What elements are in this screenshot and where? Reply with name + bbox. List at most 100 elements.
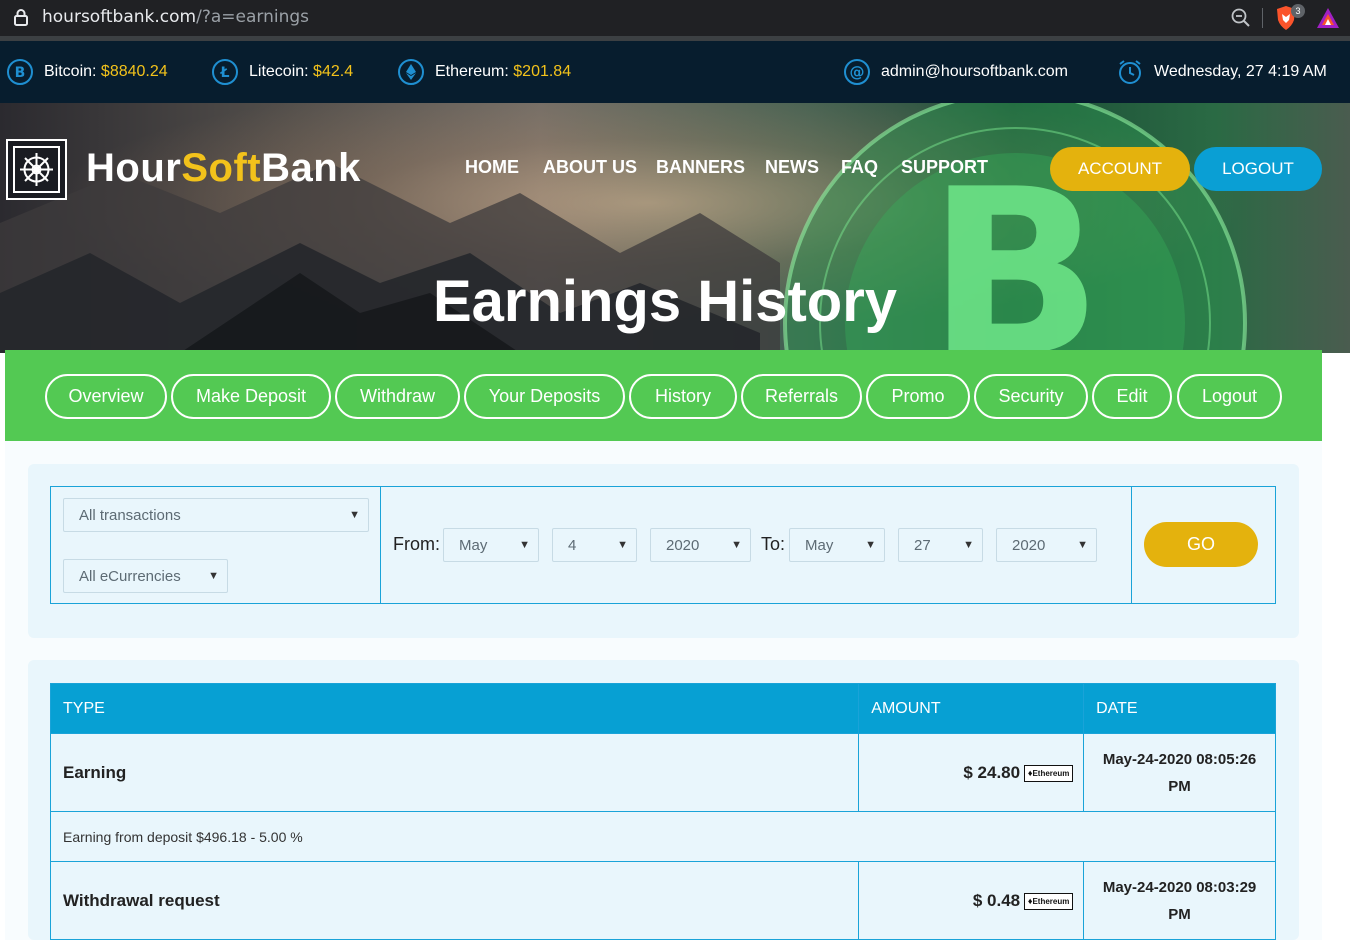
transaction-type: Earning <box>49 733 860 812</box>
current-datetime: Wednesday, 27 4:19 AM <box>1154 63 1327 80</box>
currency-badge-label: Ethereum <box>1032 768 1070 778</box>
to-year-value: 2020 <box>1012 536 1046 554</box>
transaction-amount: $ 0.48 <box>972 890 1021 910</box>
tab-overview[interactable]: Overview <box>45 374 167 419</box>
vault-icon <box>13 146 60 193</box>
price-ticker: B Bitcoin: $8840.24 Ł Litecoin: $42.4 Et… <box>0 41 1350 103</box>
to-month-value: May <box>805 536 834 554</box>
litecoin-price: $42.4 <box>313 63 354 80</box>
currency-select[interactable]: All eCurrencies ▼ <box>63 559 228 593</box>
nav-faq[interactable]: FAQ <box>841 157 878 178</box>
column-header-type: TYPE <box>49 683 860 734</box>
nav-about-us[interactable]: ABOUT US <box>543 157 637 178</box>
to-day-value: 27 <box>914 536 931 554</box>
tab-referrals[interactable]: Referrals <box>741 374 862 419</box>
page-title: Earnings History <box>432 269 898 334</box>
table-header-row: TYPE AMOUNT DATE <box>49 683 1276 734</box>
tab-withdraw[interactable]: Withdraw <box>335 374 460 419</box>
transaction-date-line1: May-24-2020 08:05:26 <box>1102 750 1257 768</box>
ethereum-label: Ethereum: <box>435 63 509 80</box>
transaction-date-line1: May-24-2020 08:03:29 <box>1102 878 1257 896</box>
account-button[interactable]: ACCOUNT <box>1050 147 1190 191</box>
from-year-value: 2020 <box>666 536 700 554</box>
logout-button[interactable]: LOGOUT <box>1194 147 1322 191</box>
currency-badge-label: Ethereum <box>1032 896 1070 906</box>
transaction-amount: $ 24.80 <box>963 762 1021 782</box>
to-month-select[interactable]: May ▼ <box>789 528 885 562</box>
tab-history[interactable]: History <box>629 374 737 419</box>
ethereum-currency-badge: ♦Ethereum <box>1024 764 1074 782</box>
svg-text:B: B <box>15 65 26 81</box>
filter-divider <box>380 486 381 604</box>
tab-promo[interactable]: Promo <box>866 374 970 419</box>
nav-support[interactable]: SUPPORT <box>901 157 988 178</box>
to-day-select[interactable]: 27 ▼ <box>898 528 983 562</box>
tab-logout[interactable]: Logout <box>1177 374 1282 419</box>
lock-icon <box>14 9 28 26</box>
nav-news[interactable]: NEWS <box>765 157 819 178</box>
bitcoin-label: Bitcoin: <box>44 63 97 80</box>
from-day-select[interactable]: 4 ▼ <box>552 528 637 562</box>
from-month-value: May <box>459 536 488 554</box>
transaction-type-select[interactable]: All transactions ▼ <box>63 498 369 532</box>
dropdown-arrow-icon: ▼ <box>731 539 742 551</box>
dropdown-arrow-icon: ▼ <box>865 539 876 551</box>
at-sign-icon: @ <box>844 59 870 85</box>
transaction-type-value: All transactions <box>79 506 181 524</box>
logo-wordmark[interactable]: HourSoftBank <box>86 146 361 191</box>
dropdown-arrow-icon: ▼ <box>1077 539 1088 551</box>
ethereum-currency-badge: ♦Ethereum <box>1024 892 1074 910</box>
from-label: From: <box>393 534 440 554</box>
from-day-value: 4 <box>568 536 577 554</box>
column-header-date: DATE <box>1083 683 1276 734</box>
from-year-select[interactable]: 2020 ▼ <box>650 528 751 562</box>
logo-icon[interactable] <box>6 139 67 200</box>
from-month-select[interactable]: May ▼ <box>443 528 539 562</box>
column-header-amount: AMOUNT <box>858 683 1085 734</box>
litecoin-label: Litecoin: <box>249 63 309 80</box>
tab-edit[interactable]: Edit <box>1092 374 1172 419</box>
dropdown-arrow-icon: ▼ <box>208 570 219 582</box>
tab-security[interactable]: Security <box>974 374 1088 419</box>
email-contact[interactable]: @ admin@hoursoftbank.com <box>843 41 1068 103</box>
nav-home[interactable]: HOME <box>465 157 519 178</box>
address-field[interactable]: hoursoftbank.com/?a=earnings <box>42 7 309 27</box>
dropdown-arrow-icon: ▼ <box>519 539 530 551</box>
tab-make-deposit[interactable]: Make Deposit <box>171 374 331 419</box>
browser-url-bar: hoursoftbank.com/?a=earnings 3 <box>0 0 1350 36</box>
transaction-type: Withdrawal request <box>49 861 860 940</box>
table-row-description: Earning from deposit $496.18 - 5.00 % <box>50 811 1276 862</box>
ethereum-ticker: Ethereum: $201.84 <box>397 41 571 103</box>
email-address: admin@hoursoftbank.com <box>881 63 1068 80</box>
shield-count-badge: 3 <box>1291 4 1305 18</box>
dropdown-arrow-icon: ▼ <box>617 539 628 551</box>
transaction-date-line2: PM <box>1168 905 1191 923</box>
url-path: /?a=earnings <box>196 7 309 27</box>
toolbar-separator <box>1262 8 1263 28</box>
bitcoin-icon: B <box>7 59 33 85</box>
svg-text:Ł: Ł <box>220 65 230 81</box>
alarm-clock-icon <box>1119 60 1141 84</box>
litecoin-ticker: Ł Litecoin: $42.4 <box>211 41 353 103</box>
filter-divider <box>1131 486 1132 604</box>
logo-soft: Soft <box>181 146 262 190</box>
transaction-date-line2: PM <box>1168 777 1191 795</box>
earnings-table: TYPE AMOUNT DATE Earning $ 24.80 ♦Ethereu… <box>49 683 1276 940</box>
to-year-select[interactable]: 2020 ▼ <box>996 528 1097 562</box>
to-label: To: <box>761 534 786 554</box>
url-host: hoursoftbank.com <box>42 7 197 27</box>
zoom-icon[interactable] <box>1230 7 1252 29</box>
rewards-triangle-icon[interactable] <box>1316 7 1340 29</box>
transaction-date: May-24-2020 08:03:29 PM <box>1083 861 1276 940</box>
go-button[interactable]: GO <box>1144 522 1258 567</box>
svg-text:@: @ <box>850 63 865 81</box>
transaction-description: Earning from deposit $496.18 - 5.00 % <box>50 811 1276 862</box>
ethereum-price: $201.84 <box>513 63 572 80</box>
tab-your-deposits[interactable]: Your Deposits <box>464 374 625 419</box>
litecoin-icon: Ł <box>212 59 238 85</box>
currency-value: All eCurrencies <box>79 567 181 585</box>
nav-banners[interactable]: BANNERS <box>656 157 745 178</box>
transaction-amount-cell: $ 24.80 ♦Ethereum <box>858 733 1085 812</box>
transaction-date: May-24-2020 08:05:26 PM <box>1083 733 1276 812</box>
logo-hour: Hour <box>86 146 182 190</box>
